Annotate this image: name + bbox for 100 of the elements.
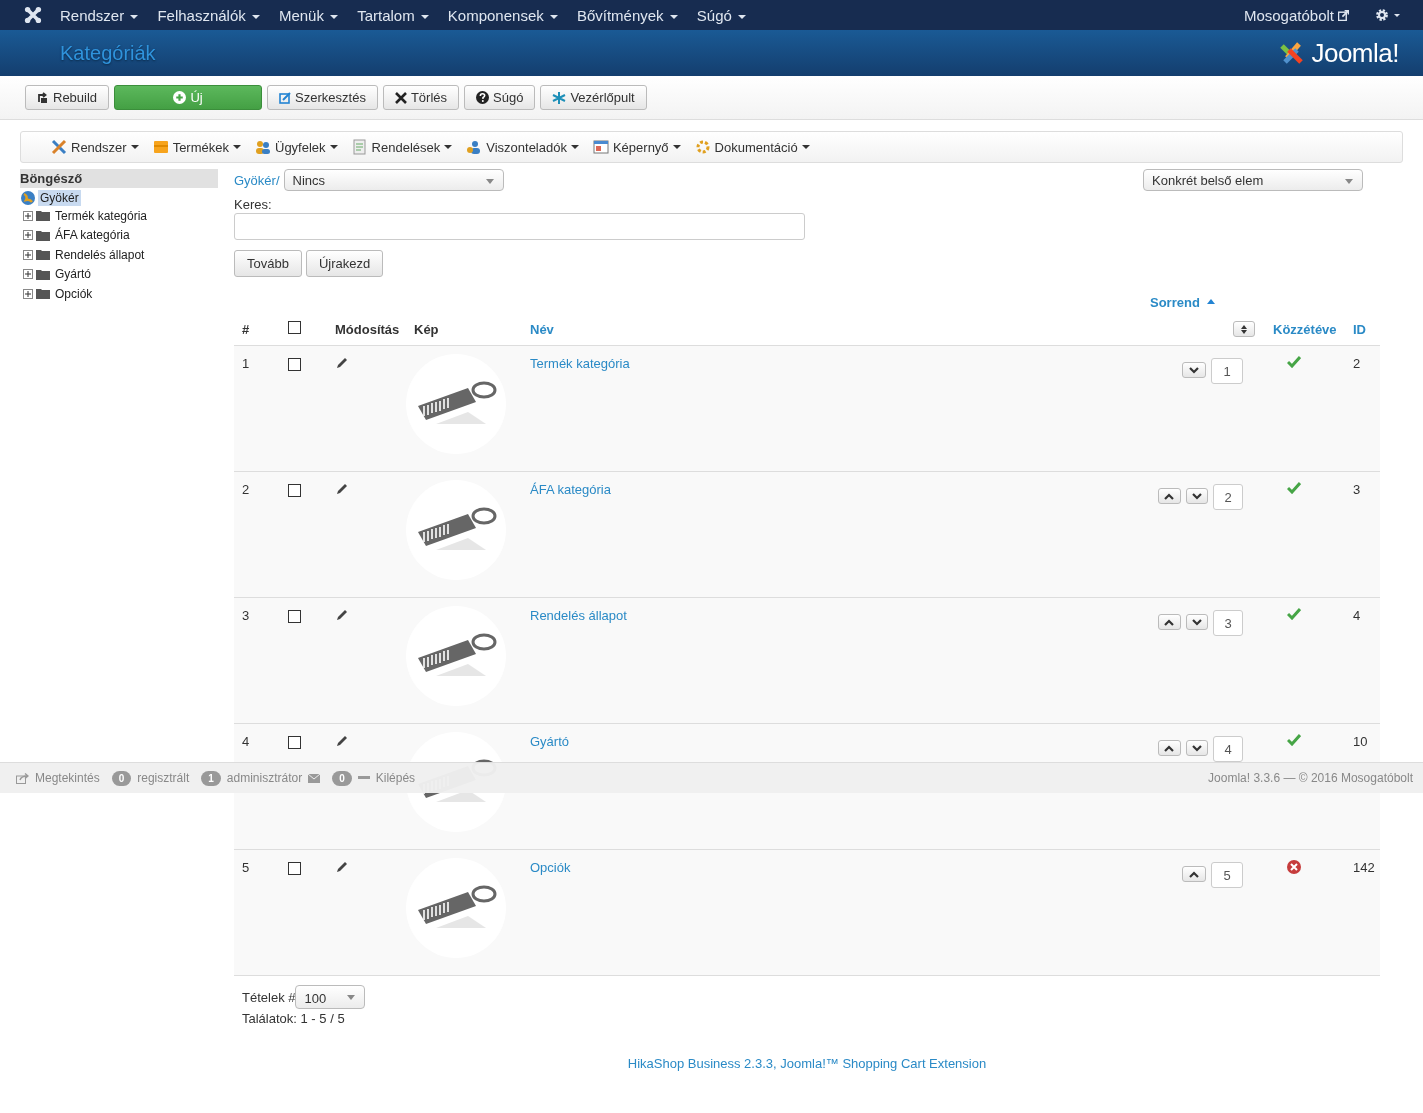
logo-text: Joomla! <box>1311 37 1399 69</box>
site-link[interactable]: Mosogatóbolt <box>1243 6 1334 24</box>
submenu-item[interactable]: Rendszer <box>51 139 139 155</box>
category-link[interactable]: Termék kategória <box>530 356 630 371</box>
category-link[interactable]: Rendelés állapot <box>530 608 627 623</box>
top-menu-item[interactable]: Felhasználók <box>157 6 260 24</box>
id-cell: 2 <box>1353 356 1361 371</box>
order-field[interactable]: 2 <box>1213 484 1243 510</box>
toolbar-button[interactable]: Szerkesztés <box>267 85 378 110</box>
toolbar-button[interactable]: Vezérlőpult <box>540 85 647 110</box>
top-menu-item[interactable]: Rendszer <box>60 6 139 24</box>
pencil-icon[interactable] <box>335 608 349 622</box>
top-menu-item[interactable]: Tartalom <box>357 6 429 24</box>
search-field[interactable] <box>234 213 805 240</box>
column-header[interactable]: Név <box>522 322 1150 345</box>
user-icon <box>466 139 483 155</box>
submenu-item[interactable]: Viszonteladók <box>466 139 579 155</box>
submenu-item[interactable]: Ügyfelek <box>255 139 338 155</box>
folder-icon <box>36 249 50 261</box>
joomla-logo-icon[interactable] <box>24 6 42 24</box>
top-menu-item[interactable]: Bővítmények <box>576 6 678 24</box>
expand-icon[interactable] <box>23 210 33 221</box>
folder-icon <box>36 210 50 222</box>
filter-button[interactable]: Újrakezd <box>305 250 384 277</box>
depth-select[interactable]: Konkrét belső elem <box>1143 169 1363 191</box>
results-text: Találatok: 1 - 5 / 5 <box>241 1011 346 1026</box>
pencil-icon[interactable] <box>335 356 349 370</box>
share-icon <box>16 772 29 784</box>
column-header[interactable]: Sorrend <box>1150 295 1200 310</box>
move-down-button[interactable] <box>1182 362 1206 378</box>
limit-select[interactable]: 100 <box>295 985 366 1009</box>
caret-icon <box>801 145 810 149</box>
lifebuoy-icon <box>694 139 711 155</box>
credit-link[interactable]: HikaShop Business 2.3.3, Joomla!™ Shopping Cart Extension <box>627 1056 987 1071</box>
row-checkbox[interactable] <box>288 736 301 749</box>
expand-icon[interactable] <box>23 249 33 260</box>
check-icon[interactable] <box>1287 608 1301 620</box>
order-field[interactable]: 3 <box>1213 610 1243 636</box>
top-menu-item[interactable]: Menük <box>278 6 339 24</box>
move-down-button[interactable] <box>1185 740 1209 756</box>
move-down-button[interactable] <box>1185 614 1209 630</box>
tree-item[interactable]: Gyártó <box>53 266 93 283</box>
order-field[interactable]: 5 <box>1211 862 1243 888</box>
expand-icon[interactable] <box>23 269 33 280</box>
move-up-button[interactable] <box>1158 488 1181 504</box>
top-menu-item[interactable]: Súgó <box>696 6 746 24</box>
check-icon[interactable] <box>1287 482 1301 494</box>
chevron-down-icon <box>1189 366 1199 374</box>
select-all-checkbox[interactable] <box>288 321 301 334</box>
row-number: 1 <box>242 356 250 371</box>
top-menu-item[interactable]: Komponensek <box>447 6 558 24</box>
parent-select[interactable]: Nincs <box>283 169 504 191</box>
submenu-item[interactable]: Termékek <box>152 139 241 155</box>
toolbar-button[interactable]: Törlés <box>382 85 460 110</box>
row-checkbox[interactable] <box>288 862 301 875</box>
row-checkbox[interactable] <box>288 610 301 623</box>
move-down-button[interactable] <box>1185 488 1209 504</box>
submenu-item[interactable]: Rendelések <box>351 139 453 155</box>
expand-icon[interactable] <box>23 288 33 299</box>
status-text: adminisztrátor <box>226 771 303 785</box>
caret-icon <box>130 145 139 149</box>
submenu-item[interactable]: Dokumentáció <box>694 139 810 155</box>
column-header[interactable]: Közzétéve <box>1265 322 1345 345</box>
chevron-up-icon <box>1164 618 1175 626</box>
check-icon[interactable] <box>1287 356 1301 368</box>
caret-icon <box>570 145 579 149</box>
move-up-button[interactable] <box>1158 740 1181 756</box>
tree-item[interactable]: Gyökér <box>38 190 81 206</box>
breadcrumb-link[interactable]: Gyökér/ <box>234 172 280 188</box>
tree-item[interactable]: ÁFA kategória <box>53 227 132 244</box>
count-badge: 0 <box>111 770 132 786</box>
move-up-button[interactable] <box>1158 614 1181 630</box>
pencil-icon[interactable] <box>335 734 349 748</box>
pencil-icon[interactable] <box>335 482 349 496</box>
plus-circle-icon <box>173 91 187 104</box>
row-checkbox[interactable] <box>288 358 301 371</box>
toolbar-button[interactable]: Súgó <box>464 85 536 110</box>
toolbar-button[interactable]: Rebuild <box>25 85 110 110</box>
save-order-button[interactable] <box>1233 321 1255 337</box>
pencil-icon[interactable] <box>335 860 349 874</box>
order-field[interactable]: 4 <box>1213 736 1243 762</box>
tree-item[interactable]: Rendelés állapot <box>53 246 147 263</box>
count-badge: 1 <box>201 770 221 786</box>
expand-icon[interactable] <box>23 230 33 241</box>
close-icon[interactable] <box>1287 860 1301 874</box>
folder-icon <box>36 288 50 300</box>
row-number: 3 <box>242 608 250 623</box>
order-field[interactable]: 1 <box>1211 358 1243 384</box>
submenu-item[interactable]: Képernyő <box>592 139 681 155</box>
filter-button[interactable]: Tovább <box>234 250 302 277</box>
category-link[interactable]: Gyártó <box>530 734 569 749</box>
category-link[interactable]: Opciók <box>530 860 571 875</box>
column-header[interactable]: ID <box>1345 322 1380 345</box>
settings-icon[interactable] <box>1375 8 1401 22</box>
row-checkbox[interactable] <box>288 484 301 497</box>
category-link[interactable]: ÁFA kategória <box>530 482 611 497</box>
move-up-button[interactable] <box>1182 866 1206 882</box>
tree-item[interactable]: Termék kategória <box>53 207 150 224</box>
tree-item[interactable]: Opciók <box>53 285 95 302</box>
check-icon[interactable] <box>1287 734 1301 746</box>
